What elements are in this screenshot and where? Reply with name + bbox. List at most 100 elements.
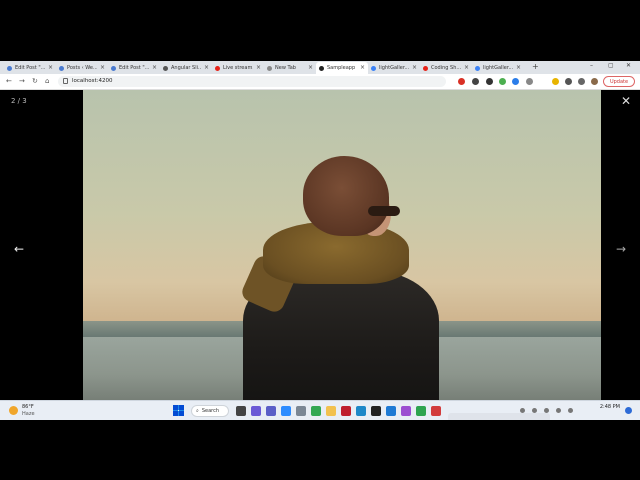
browser-tab[interactable]: Edit Post "... × xyxy=(108,62,160,74)
tab-close-icon[interactable]: × xyxy=(516,64,521,71)
filezilla-icon[interactable] xyxy=(341,406,351,416)
person-figure xyxy=(239,152,443,400)
browser-tab[interactable]: lightGaller... × xyxy=(368,62,420,74)
vscode-icon[interactable] xyxy=(386,406,396,416)
terminal-icon[interactable] xyxy=(371,406,381,416)
home-button[interactable]: ⌂ xyxy=(45,77,49,85)
favicon-icon xyxy=(423,65,428,71)
sunglasses xyxy=(368,206,400,216)
extension-icon[interactable] xyxy=(499,78,506,85)
hair xyxy=(303,156,389,236)
prev-image-button[interactable]: ← xyxy=(14,242,24,256)
tab-close-icon[interactable]: × xyxy=(412,64,417,71)
browser-tab[interactable]: Angular Sli... × xyxy=(160,62,212,74)
clock-time[interactable]: 2:48 PM xyxy=(600,404,620,410)
search-icon: ⌕ xyxy=(196,408,199,414)
browser-tab[interactable]: New Tab × xyxy=(264,62,316,74)
browser-tab[interactable]: Coding Sh... × xyxy=(420,62,472,74)
notification-icon[interactable] xyxy=(625,407,632,414)
tab-label: Posts ‹ We... xyxy=(67,65,97,71)
extension-icon[interactable] xyxy=(512,78,519,85)
taskbar-search[interactable]: ⌕ Search xyxy=(191,405,229,417)
favicon-icon xyxy=(319,65,324,71)
widgets-icon[interactable] xyxy=(251,406,261,416)
screen: Edit Post "... × Posts ‹ We... × Edit Post "… xyxy=(0,0,640,480)
favicon-icon xyxy=(267,65,272,71)
lightbox: 2 / 3 ✕ ← → xyxy=(0,90,640,400)
tab-label: Angular Sli... xyxy=(171,65,201,71)
forward-button[interactable]: → xyxy=(19,77,25,85)
chrome-icon[interactable] xyxy=(311,406,321,416)
tab-close-icon[interactable]: × xyxy=(464,64,469,71)
favicon-icon xyxy=(59,65,64,71)
next-image-button[interactable]: → xyxy=(616,242,626,256)
tab-close-icon[interactable]: × xyxy=(100,64,105,71)
tab-label: Sampleapp xyxy=(327,65,356,71)
notification-toast[interactable] xyxy=(448,413,550,420)
search-label: Search xyxy=(201,408,219,414)
favicon-icon xyxy=(371,65,376,71)
browser-tab[interactable]: Edit Post "... × xyxy=(4,62,56,74)
url-text[interactable]: localhost:4200 xyxy=(72,77,113,86)
tab-label: Coding Sh... xyxy=(431,65,461,71)
lock-icon xyxy=(63,78,68,84)
tab-label: lightGaller... xyxy=(379,65,409,71)
teams-icon[interactable] xyxy=(266,406,276,416)
gallery-image xyxy=(83,90,601,400)
image-counter: 2 / 3 xyxy=(11,97,27,105)
extension-icon[interactable] xyxy=(472,78,479,85)
weather-temp[interactable]: 86°F xyxy=(22,404,34,410)
app-red-icon[interactable] xyxy=(431,406,441,416)
zoom-icon[interactable] xyxy=(281,406,291,416)
explorer-icon[interactable] xyxy=(326,406,336,416)
volume-icon[interactable] xyxy=(556,408,561,413)
extension-icon[interactable] xyxy=(526,78,533,85)
app-blue-icon[interactable] xyxy=(356,406,366,416)
extension-icon[interactable] xyxy=(486,78,493,85)
favicon-icon xyxy=(475,65,480,71)
taskview-icon[interactable] xyxy=(236,406,246,416)
browser-tab[interactable]: lightGaller... × xyxy=(472,62,524,74)
address-bar[interactable]: localhost:4200 xyxy=(58,76,446,87)
monitor-icon[interactable] xyxy=(296,406,306,416)
puzzle-icon[interactable] xyxy=(578,78,585,85)
back-button[interactable]: ← xyxy=(6,77,12,85)
app-purple-icon[interactable] xyxy=(401,406,411,416)
battery-icon[interactable] xyxy=(568,408,573,413)
new-tab-button[interactable]: + xyxy=(532,62,539,71)
tab-close-icon[interactable]: × xyxy=(256,64,261,71)
maximize-button[interactable]: ▢ xyxy=(608,62,614,69)
lightbox-close-button[interactable]: ✕ xyxy=(621,94,631,108)
start-icon[interactable] xyxy=(173,405,184,416)
tab-label: Live stream... xyxy=(223,65,253,71)
tab-label: New Tab xyxy=(275,65,296,71)
minimize-button[interactable]: – xyxy=(590,62,593,69)
extension-icon[interactable] xyxy=(565,78,572,85)
tab-close-icon[interactable]: × xyxy=(360,64,365,71)
update-button[interactable]: Update xyxy=(603,76,635,87)
update-label: Update xyxy=(609,78,629,85)
tab-label: lightGaller... xyxy=(483,65,513,71)
weather-icon[interactable] xyxy=(9,406,18,415)
tab-label: Edit Post "... xyxy=(15,65,45,71)
reload-button[interactable]: ↻ xyxy=(32,77,38,85)
extension-icon[interactable] xyxy=(552,78,559,85)
tab-close-icon[interactable]: × xyxy=(48,64,53,71)
weather-condition[interactable]: Haze xyxy=(22,411,35,417)
window-close-button[interactable]: ✕ xyxy=(626,62,631,69)
tab-close-icon[interactable]: × xyxy=(152,64,157,71)
app-green-icon[interactable] xyxy=(416,406,426,416)
browser-tab[interactable]: Posts ‹ We... × xyxy=(56,62,108,74)
extension-icon[interactable] xyxy=(458,78,465,85)
tab-close-icon[interactable]: × xyxy=(308,64,313,71)
favicon-icon xyxy=(215,65,220,71)
browser-tab[interactable]: Sampleapp × xyxy=(316,62,368,74)
browser-tab-strip: Edit Post "... × Posts ‹ We... × Edit Post "… xyxy=(0,61,640,74)
browser-tab[interactable]: Live stream...× xyxy=(212,62,264,74)
browser-toolbar: ← → ↻ ⌂ localhost:4200 Update xyxy=(0,74,640,90)
tab-label: Edit Post "... xyxy=(119,65,149,71)
tab-close-icon[interactable]: × xyxy=(204,64,209,71)
favicon-icon xyxy=(111,65,116,71)
favicon-icon xyxy=(7,65,12,71)
avatar[interactable] xyxy=(591,78,598,85)
